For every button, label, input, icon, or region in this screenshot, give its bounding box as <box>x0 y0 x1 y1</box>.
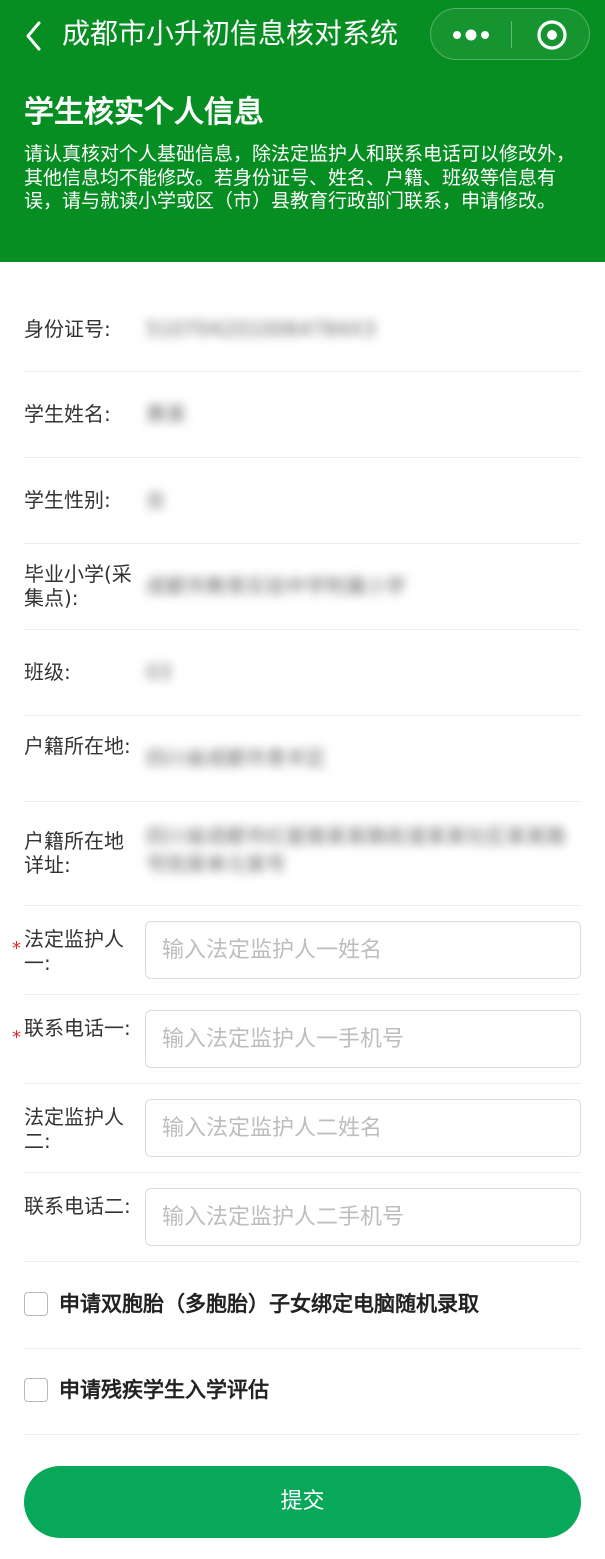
field-value: 黄某 <box>146 402 186 426</box>
field-row-hukou-location: 户籍所在地: 四川省成都市青羊区 <box>24 716 580 802</box>
field-label: 身份证号: <box>24 317 111 341</box>
field-value: 四川省成都市青羊区 <box>146 746 326 770</box>
field-row-student-gender: 学生性别: 女 <box>24 458 580 544</box>
field-row-hukou-address: 户籍所在地详址: 四川省成都市红星路某某路街道某某社区某某路号院某单元某号 <box>24 802 580 906</box>
required-mark: * <box>12 1027 21 1048</box>
field-row-primary-school: 毕业小学(采集点): 成都市教育实验中学附属小学 <box>24 544 580 630</box>
field-row-class: 班级: 03 <box>24 630 580 716</box>
guardian2-name-input[interactable] <box>145 1099 581 1157</box>
field-row-guardian1-name: * 法定监护人一: <box>12 906 581 995</box>
field-value: 5107042010064784X3 <box>146 317 377 341</box>
page-description: 请认真核对个人基础信息，除法定监护人和联系电话可以修改外，其他信息均不能修改。若… <box>24 143 576 212</box>
option-label: 申请残疾学生入学评估 <box>59 1378 269 1402</box>
nav-title: 成都市小升初信息核对系统 <box>62 17 399 50</box>
option-label: 申请双胞胎（多胞胎）子女绑定电脑随机录取 <box>59 1292 479 1316</box>
guardian1-name-input[interactable] <box>145 921 581 979</box>
header: 成都市小升初信息核对系统 学生核实个人信息 请认真核对个人基础信息，除法定监护人… <box>0 0 605 262</box>
field-row-guardian2-phone: 联系电话二: <box>24 1173 581 1262</box>
option-disability[interactable]: 申请残疾学生入学评估 <box>24 1348 580 1435</box>
field-label: 班级: <box>24 660 71 684</box>
more-button[interactable] <box>431 9 511 59</box>
chevron-left-icon <box>26 21 41 51</box>
target-close-icon <box>537 20 567 50</box>
guardian2-phone-input[interactable] <box>145 1188 581 1246</box>
more-dots-icon <box>453 29 489 41</box>
field-label: 户籍所在地: <box>24 734 131 758</box>
required-mark: * <box>12 938 21 959</box>
close-mini-program-button[interactable] <box>512 9 590 59</box>
field-label: 户籍所在地详址: <box>24 829 124 877</box>
field-label: 法定监护人二: <box>24 1105 124 1153</box>
field-value: 女 <box>146 488 166 512</box>
field-label: 学生性别: <box>24 488 111 512</box>
field-label: 毕业小学(采集点): <box>24 562 132 610</box>
twins-checkbox[interactable] <box>24 1292 48 1316</box>
page-heading: 学生核实个人信息 <box>24 95 264 130</box>
disability-checkbox[interactable] <box>24 1378 48 1402</box>
mini-program-capsule <box>430 8 590 60</box>
field-label: 联系电话一: <box>24 1016 131 1040</box>
field-value: 03 <box>146 660 172 684</box>
field-label: 法定监护人一: <box>24 927 124 975</box>
option-twins[interactable]: 申请双胞胎（多胞胎）子女绑定电脑随机录取 <box>24 1262 580 1349</box>
field-row-id-number: 身份证号: 5107042010064784X3 <box>24 287 580 372</box>
guardian1-phone-input[interactable] <box>145 1010 581 1068</box>
field-row-guardian2-name: 法定监护人二: <box>24 1084 581 1173</box>
back-button[interactable] <box>22 18 54 54</box>
field-value: 成都市教育实验中学附属小学 <box>146 574 406 598</box>
field-value: 四川省成都市红星路某某路街道某某社区某某路号院某单元某号 <box>146 824 566 876</box>
field-row-guardian1-phone: * 联系电话一: <box>12 995 581 1084</box>
field-row-student-name: 学生姓名: 黄某 <box>24 372 580 458</box>
field-label: 联系电话二: <box>24 1194 131 1218</box>
submit-button[interactable]: 提交 <box>24 1466 581 1538</box>
field-label: 学生姓名: <box>24 402 111 426</box>
